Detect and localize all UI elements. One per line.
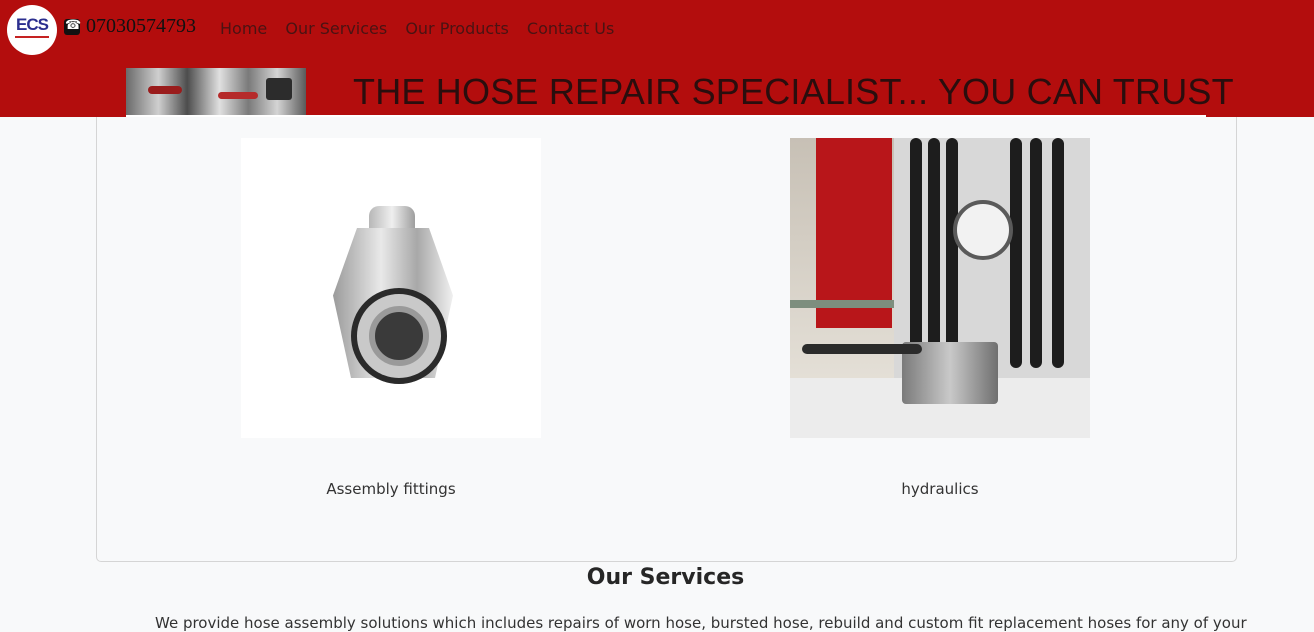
- nav-our-products[interactable]: Our Products: [405, 19, 508, 38]
- site-header: ECS ☎ 07030574793 Home Our Services Our …: [0, 0, 1314, 117]
- phone-icon: ☎: [64, 18, 82, 35]
- nav-our-services[interactable]: Our Services: [285, 19, 387, 38]
- product-caption-assembly-fittings: Assembly fittings: [326, 480, 456, 498]
- nav-contact-us[interactable]: Contact Us: [527, 19, 614, 38]
- banner-photo: [126, 68, 306, 117]
- assembly-fitting-image[interactable]: [241, 138, 541, 438]
- main-nav: Home Our Services Our Products Contact U…: [220, 19, 627, 38]
- logo-underline: [15, 36, 49, 38]
- logo-text: ECS: [16, 15, 49, 34]
- product-caption-hydraulics: hydraulics: [901, 480, 979, 498]
- nav-home[interactable]: Home: [220, 19, 267, 38]
- services-heading: Our Services: [586, 565, 745, 590]
- banner-tagline: THE HOSE REPAIR SPECIALIST... YOU CAN TR…: [353, 71, 1234, 112]
- phone-number: 07030574793: [86, 15, 196, 37]
- hydraulics-image[interactable]: [790, 138, 1090, 438]
- company-logo[interactable]: ECS: [7, 5, 57, 55]
- services-description: We provide hose assembly solutions which…: [155, 614, 1247, 632]
